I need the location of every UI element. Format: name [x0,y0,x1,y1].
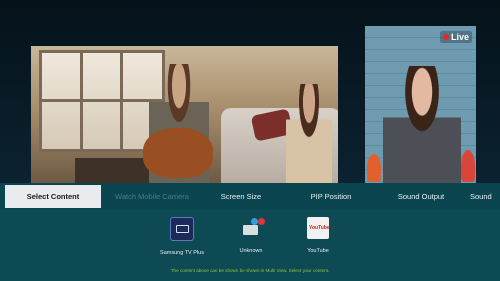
content-sources: Samsung TV Plus Unknown YouTube YouTube [0,217,500,263]
multi-view-panel: Select Content Watch Mobile Camera Scree… [0,183,500,281]
source-samsung-tv-plus[interactable]: Samsung TV Plus [142,217,222,256]
source-youtube[interactable]: YouTube YouTube [278,217,358,254]
device-icon [240,217,265,239]
samsung-tv-plus-icon [170,217,194,241]
source-label: Samsung TV Plus [160,250,204,256]
tab-sound[interactable]: Sound [470,185,500,208]
video-guitar [143,128,213,178]
tab-sound-output[interactable]: Sound Output [384,185,458,208]
hint-text: The content above can be shown be shown … [170,268,330,273]
source-label: YouTube [307,248,329,254]
youtube-icon: YouTube [307,217,330,239]
tab-screen-size[interactable]: Screen Size [205,185,277,208]
pip-plant-right [461,150,475,182]
multi-view-stage: Live [0,0,500,183]
live-label: Live [450,32,469,42]
pip-plant-left [367,154,381,182]
video-window-scenery [39,50,165,152]
pip-video[interactable]: Live [365,26,476,183]
live-dot-icon [442,34,449,40]
tab-watch-mobile-camera[interactable]: Watch Mobile Camera [108,185,196,208]
live-badge: Live [439,31,472,43]
tab-pip-position[interactable]: PIP Position [294,185,368,208]
main-video[interactable] [31,46,338,183]
pip-presenter [383,66,461,183]
video-person-listener [286,84,332,183]
youtube-logo-text: YouTube [309,225,330,231]
tab-bar: Select Content Watch Mobile Camera Scree… [0,183,500,210]
tab-select-content[interactable]: Select Content [5,185,101,208]
